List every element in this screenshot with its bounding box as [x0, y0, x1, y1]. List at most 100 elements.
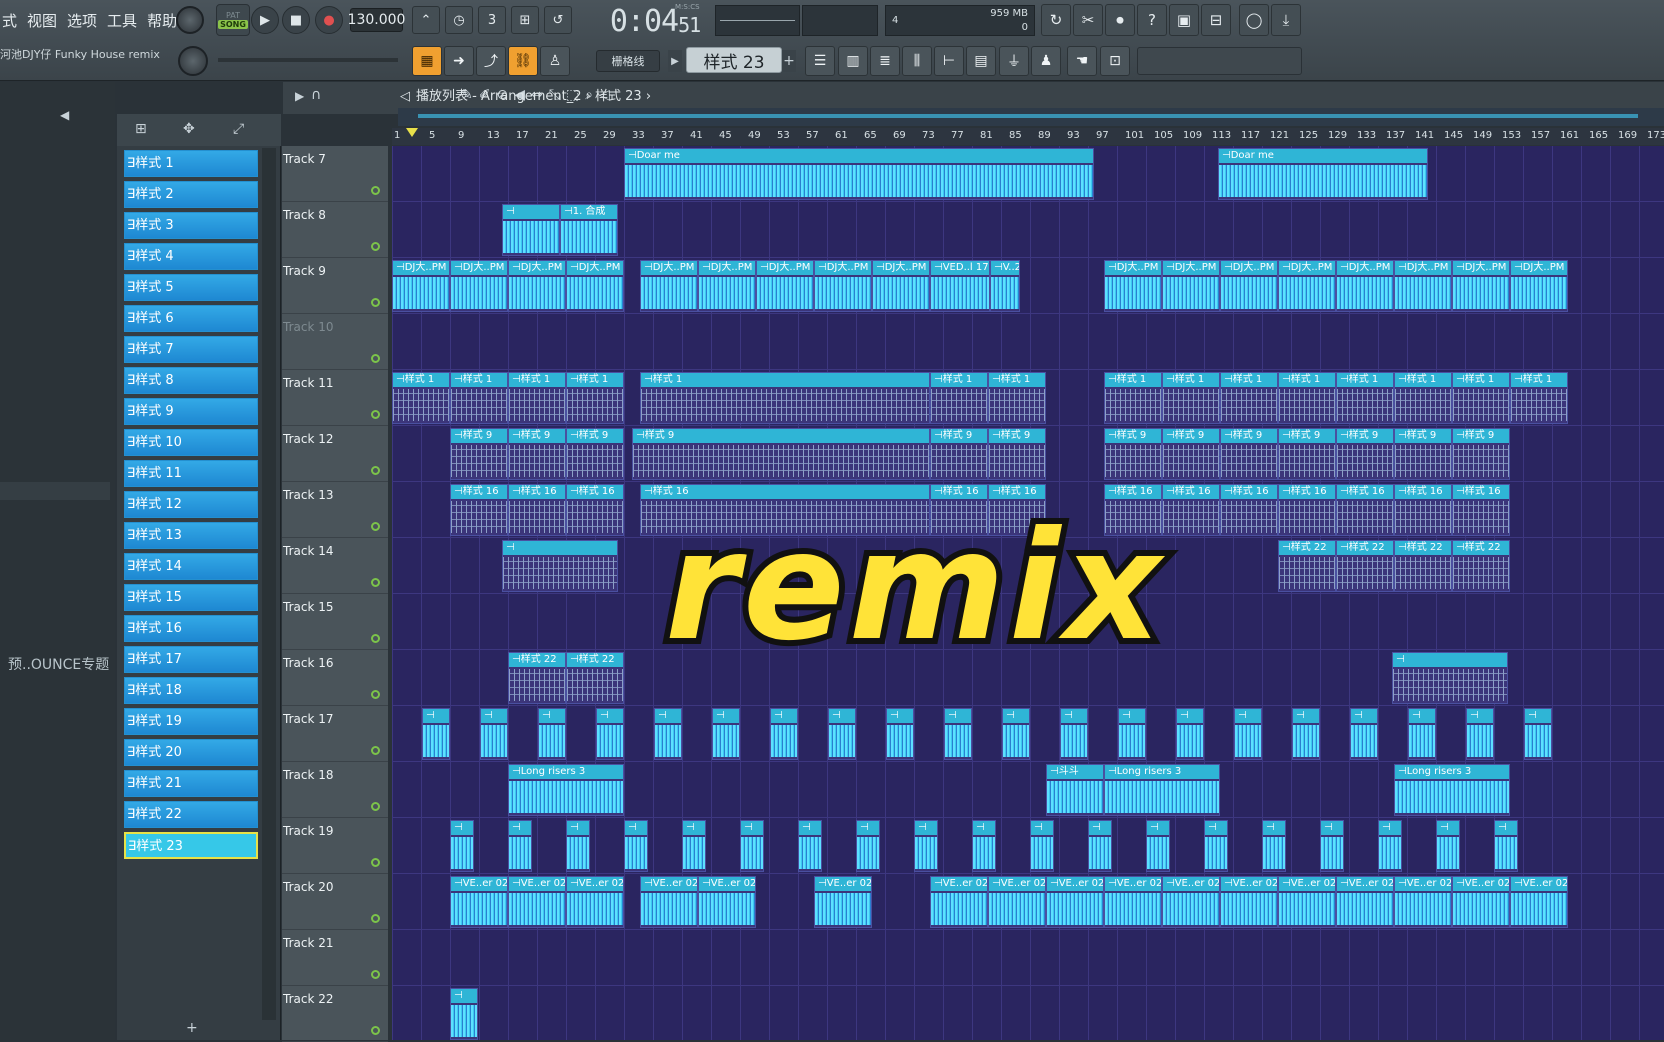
picker-item[interactable]: ∃样式 11	[124, 460, 258, 487]
track-mute-led[interactable]	[371, 1026, 380, 1035]
playlist-options-arrow[interactable]: ▶	[295, 89, 304, 103]
undo-button[interactable]: ↻	[1041, 4, 1071, 36]
track-lane[interactable]: ⊣VE..er 02 ⊣VE..er 02 ⊣VE..er 02 ⊣VE..er 02…	[392, 874, 1664, 930]
pattern-clip[interactable]: ⊣样式 1	[1162, 372, 1220, 424]
menu-item-options[interactable]: 选项	[65, 10, 99, 31]
audio-clip[interactable]: ⊣	[972, 820, 996, 872]
pattern-clip[interactable]: ⊣样式 22	[1336, 540, 1394, 592]
audio-clip[interactable]: ⊣	[740, 820, 764, 872]
picker-automation-icon[interactable]: ⤢	[233, 121, 244, 137]
track-header[interactable]: Track 8	[282, 202, 388, 258]
audio-clip[interactable]: ⊣Long risers 3	[508, 764, 624, 816]
audio-clip[interactable]: ⊣VE..er 02	[698, 876, 756, 928]
track-mute-led[interactable]	[371, 858, 380, 867]
pattern-clip[interactable]: ⊣样式 16	[566, 484, 624, 536]
add-pattern-button[interactable]: +	[782, 50, 796, 72]
plugin-button[interactable]: ⏚	[999, 46, 1029, 76]
audio-clip[interactable]: ⊣VE..er 02	[450, 876, 508, 928]
audio-clip[interactable]: ⊣VE..er 02	[1510, 876, 1568, 928]
track-lane[interactable]: ⊣Doar me ⊣Doar me	[392, 146, 1664, 202]
track-lane[interactable]: ⊣ ⊣1. 合成	[392, 202, 1664, 258]
master-pitch-knob[interactable]	[178, 46, 208, 76]
picker-add-button[interactable]: +	[186, 1020, 198, 1036]
pattern-clip[interactable]: ⊣样式 9	[930, 428, 988, 480]
audio-clip[interactable]: ⊣Doar me	[624, 148, 1094, 200]
track-header[interactable]: Track 10	[282, 314, 388, 370]
track-header[interactable]: Track 15	[282, 594, 388, 650]
menu-item-help[interactable]: 帮助	[145, 10, 179, 31]
mixer-button[interactable]: ⫼	[902, 46, 932, 76]
pattern-clip[interactable]: ⊣样式 9	[566, 428, 624, 480]
picker-item[interactable]: ∃样式 15	[124, 584, 258, 611]
pattern-selector[interactable]: 样式 23	[686, 47, 782, 73]
audio-clip[interactable]: ⊣DJ大..PM	[392, 260, 450, 312]
picker-item[interactable]: ∃样式 9	[124, 398, 258, 425]
track-lane[interactable]: ⊣样式 1 ⊣样式 1 ⊣样式 1 ⊣样式 1 ⊣样式 1 ⊣样式 1 ⊣样式 1 ⊣样式 1…	[392, 370, 1664, 426]
audio-clip[interactable]: ⊣Doar me	[1218, 148, 1428, 200]
track-mute-led[interactable]	[371, 410, 380, 419]
audio-clip[interactable]: ⊣Long risers 3	[1394, 764, 1510, 816]
snap-selector[interactable]: 栅格线	[596, 50, 660, 72]
picker-item[interactable]: ∃样式 19	[124, 708, 258, 735]
stop-button[interactable]: ■	[282, 6, 310, 34]
save-button[interactable]: ▣	[1169, 4, 1199, 36]
audio-clip[interactable]: ⊣DJ大..PM	[508, 260, 566, 312]
magnet-icon[interactable]: ∩	[311, 87, 321, 103]
pattern-clip[interactable]: ⊣样式 16	[450, 484, 508, 536]
pattern-clip[interactable]: ⊣样式 22	[1278, 540, 1336, 592]
track-header[interactable]: Track 22	[282, 986, 388, 1042]
picker-item[interactable]: ∃样式 8	[124, 367, 258, 394]
pattern-clip[interactable]: ⊣样式 1	[392, 372, 450, 424]
pattern-clip[interactable]: ⊣样式 1	[566, 372, 624, 424]
audio-clip[interactable]: ⊣	[1262, 820, 1286, 872]
audio-clip[interactable]: ⊣VE..er 02	[508, 876, 566, 928]
audio-clip[interactable]: ⊣VE..er 02	[1336, 876, 1394, 928]
audio-clip[interactable]: ⊣	[944, 708, 972, 760]
track-header[interactable]: Track 11	[282, 370, 388, 426]
audio-clip[interactable]: ⊣1. 合成	[560, 204, 618, 256]
pattern-clip[interactable]: ⊣样式 9	[1336, 428, 1394, 480]
cut-button[interactable]: ✂	[1073, 4, 1103, 36]
audio-clip[interactable]: ⊣DJ大..PM	[1162, 260, 1220, 312]
audio-clip[interactable]: ⊣VE..er 02	[1452, 876, 1510, 928]
audio-clip[interactable]: ⊣	[886, 708, 914, 760]
pattern-clip[interactable]: ⊣样式 1	[1104, 372, 1162, 424]
download-button[interactable]: ⤓	[1271, 4, 1301, 36]
pattern-clip[interactable]: ⊣样式 1	[1278, 372, 1336, 424]
picker-item[interactable]: ∃样式 5	[124, 274, 258, 301]
audio-clip[interactable]: ⊣	[502, 204, 560, 256]
audio-clip[interactable]: ⊣DJ大..PM	[872, 260, 930, 312]
pattern-clip[interactable]: ⊣样式 1	[930, 372, 988, 424]
pattern-clip[interactable]: ⊣样式 9	[1278, 428, 1336, 480]
pattern-clip[interactable]: ⊣样式 1	[1452, 372, 1510, 424]
track-mute-led[interactable]	[371, 186, 380, 195]
audio-clip[interactable]: ⊣	[798, 820, 822, 872]
pattern-clip[interactable]: ⊣样式 16	[1278, 484, 1336, 536]
track-mute-led[interactable]	[371, 522, 380, 531]
pattern-clip[interactable]: ⊣样式 1	[1394, 372, 1452, 424]
track-mute-led[interactable]	[371, 298, 380, 307]
track-mute-led[interactable]	[371, 970, 380, 979]
mic-button[interactable]: ⏺	[1105, 4, 1135, 36]
audio-clip[interactable]: ⊣VE..er 02	[814, 876, 872, 928]
track-mute-led[interactable]	[371, 354, 380, 363]
audio-clip[interactable]: ⊣	[1002, 708, 1030, 760]
audio-clip[interactable]: ⊣	[1234, 708, 1262, 760]
track-mute-led[interactable]	[371, 466, 380, 475]
audio-clip[interactable]: ⊣DJ大..PM	[814, 260, 872, 312]
track-mute-led[interactable]	[371, 634, 380, 643]
metronome-button[interactable]: ⌃	[412, 6, 440, 34]
picker-item[interactable]: ∃样式 18	[124, 677, 258, 704]
audio-clip[interactable]: ⊣	[682, 820, 706, 872]
picker-audio-icon[interactable]: ✥	[183, 121, 195, 137]
tempo-tapper-button[interactable]: ♟	[1031, 46, 1061, 76]
audio-clip[interactable]: ⊣	[1060, 708, 1088, 760]
pattern-clip[interactable]: ⊣样式 9	[988, 428, 1046, 480]
picker-item[interactable]: ∃样式 6	[124, 305, 258, 332]
pattern-clip[interactable]: ⊣样式 1	[988, 372, 1046, 424]
pattern-clip[interactable]: ⊣样式 1	[1220, 372, 1278, 424]
audio-clip[interactable]: ⊣	[480, 708, 508, 760]
track-header[interactable]: Track 21	[282, 930, 388, 986]
typing-keyboard-button[interactable]: ▦	[412, 46, 442, 76]
track-header[interactable]: Track 19	[282, 818, 388, 874]
